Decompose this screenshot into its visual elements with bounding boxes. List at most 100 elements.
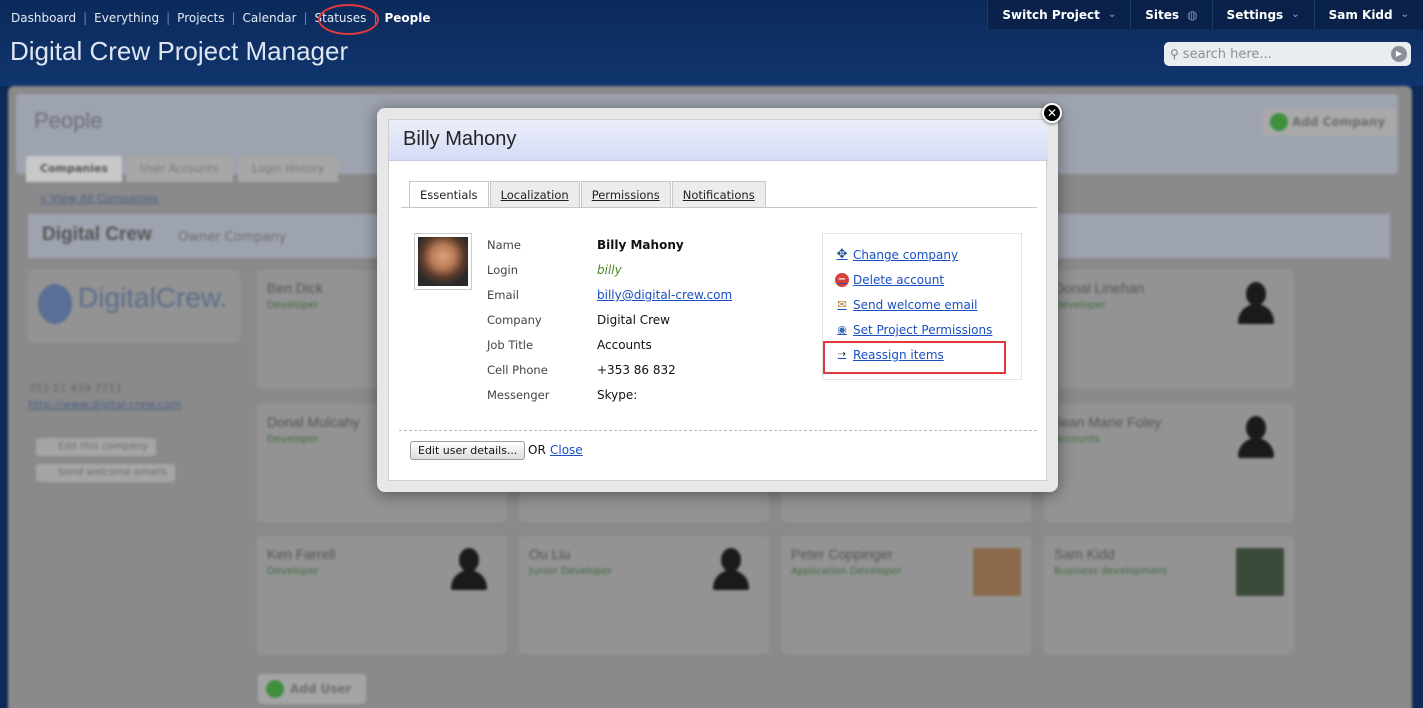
delete-icon: − — [835, 273, 849, 287]
person-role: Developer — [1054, 300, 1106, 311]
user-avatar — [414, 233, 472, 290]
person-name: Peter Coppinger — [791, 546, 893, 562]
avatar-silhouette-icon — [1234, 416, 1278, 464]
user-details-modal: Billy Mahony Essentials Localization Per… — [377, 108, 1058, 492]
person-name: Donal Linehan — [1054, 280, 1145, 296]
close-link[interactable]: Close — [550, 443, 583, 457]
person-role: Developer — [267, 434, 319, 445]
view-all-companies-link[interactable]: « View All Companies — [40, 192, 158, 205]
person-role: Developer — [267, 300, 319, 311]
add-icon — [1270, 113, 1288, 131]
send-welcome-email-link[interactable]: ✉ Send welcome email — [835, 298, 977, 312]
switch-project-menu[interactable]: Switch Project ⌄ — [987, 0, 1130, 29]
nav-separator: | — [166, 11, 171, 25]
person-name: Ben Dick — [267, 280, 324, 296]
move-icon: ✥ — [836, 247, 848, 262]
nav-separator: | — [303, 11, 308, 25]
field-value-cell-phone: +353 86 832 — [597, 363, 676, 377]
app-title: Digital Crew Project Manager — [10, 36, 349, 66]
tab-permissions[interactable]: Permissions — [580, 181, 671, 207]
add-user-button[interactable]: Add User — [258, 674, 366, 704]
person-card[interactable]: Ken Farrell Developer — [257, 536, 507, 654]
modal-tabs: Essentials Localization Permissions Noti… — [409, 181, 767, 208]
search-input[interactable]: search here... — [1183, 47, 1272, 62]
nav-calendar[interactable]: Calendar — [243, 11, 297, 25]
person-name: Sam Kidd — [1054, 546, 1115, 562]
person-role: Application Developer — [791, 566, 902, 577]
settings-menu[interactable]: Settings ⌄ — [1211, 0, 1314, 29]
person-role: Business development — [1054, 566, 1168, 577]
company-website-link[interactable]: http://www.digital-crew.com — [28, 398, 181, 411]
people-highlight-ring — [318, 4, 379, 35]
modal-body: Billy Mahony Essentials Localization Per… — [388, 119, 1048, 481]
nav-dashboard[interactable]: Dashboard — [11, 11, 76, 25]
sites-menu[interactable]: Sites ◍ — [1130, 0, 1211, 29]
modal-title: Billy Mahony — [403, 128, 517, 150]
settings-label: Settings — [1226, 7, 1284, 22]
delete-account-label: Delete account — [853, 273, 945, 287]
reassign-highlight-box — [823, 341, 1006, 374]
add-company-button[interactable]: Add Company — [1262, 108, 1396, 136]
tab-user-accounts[interactable]: User Accounts — [126, 156, 233, 182]
page-title: People — [34, 108, 103, 133]
edit-company-button[interactable]: Edit this company — [36, 438, 157, 456]
person-name: Ken Farrell — [267, 546, 336, 562]
set-project-permissions-link[interactable]: ◉ Set Project Permissions — [835, 323, 992, 337]
company-logo-text: DigitalCrew. — [78, 282, 228, 313]
tab-notifications[interactable]: Notifications — [671, 181, 766, 207]
logo-mark-icon — [38, 284, 72, 324]
change-company-link[interactable]: ✥ Change company — [835, 247, 959, 263]
tab-login-history[interactable]: Login History — [238, 156, 339, 182]
user-name: Sam Kidd — [1328, 7, 1393, 22]
right-nav: Switch Project ⌄ Sites ◍ Settings ⌄ Sam … — [987, 0, 1423, 29]
field-value-name: Billy Mahony — [597, 238, 684, 252]
field-value-company: Digital Crew — [597, 313, 670, 327]
tab-localization[interactable]: Localization — [489, 181, 580, 207]
company-subtitle: Owner Company — [178, 230, 287, 245]
user-email-icon: ✉ — [837, 298, 847, 311]
person-card[interactable]: Donal Linehan Developer — [1044, 270, 1294, 388]
search-go-icon[interactable]: ▶ — [1391, 46, 1407, 62]
globe-icon: ◍ — [1187, 7, 1198, 22]
person-name: Ou Liu — [529, 546, 571, 562]
user-actions-panel: ✥ Change company − Delete account ✉ Send… — [822, 233, 1022, 380]
field-value-job-title: Accounts — [597, 338, 652, 352]
avatar-silhouette-icon — [709, 548, 753, 596]
company-phone: 353 21 439 7711 — [28, 382, 123, 395]
person-name: Donal Mulcahy — [267, 414, 360, 430]
close-icon[interactable]: ✕ — [1042, 103, 1062, 123]
divider — [399, 430, 1037, 431]
tab-companies[interactable]: Companies — [26, 156, 122, 182]
field-label-cell-phone: Cell Phone — [487, 363, 548, 377]
field-value-login: billy — [597, 263, 622, 277]
send-welcome-emails-button[interactable]: Send welcome emails — [36, 464, 175, 482]
nav-everything[interactable]: Everything — [94, 11, 159, 25]
email-link[interactable]: billy@digital-crew.com — [597, 288, 732, 302]
person-photo — [1236, 548, 1284, 596]
nav-projects[interactable]: Projects — [177, 11, 224, 25]
change-company-label: Change company — [853, 248, 959, 262]
person-card[interactable]: Ou Liu Junior Developer — [519, 536, 769, 654]
eye-icon: ◉ — [837, 323, 847, 336]
user-photo — [418, 237, 468, 286]
field-label-login: Login — [487, 263, 519, 277]
edit-user-details-button[interactable]: Edit user details... — [410, 441, 526, 460]
nav-separator: | — [83, 11, 88, 25]
avatar-silhouette-icon — [447, 548, 491, 596]
top-bar: Dashboard | Everything | Projects | Cale… — [0, 0, 1423, 86]
delete-account-link[interactable]: − Delete account — [835, 273, 944, 287]
field-label-name: Name — [487, 238, 521, 252]
person-photo — [973, 548, 1021, 596]
field-label-messenger: Messenger — [487, 388, 550, 402]
person-card[interactable]: Sam Kidd Business development — [1044, 536, 1294, 654]
person-role: Junior Developer — [529, 566, 613, 577]
tab-essentials[interactable]: Essentials — [409, 181, 489, 208]
modal-header: Billy Mahony — [389, 120, 1048, 161]
nav-people[interactable]: People — [384, 11, 430, 25]
user-menu[interactable]: Sam Kidd ⌄ — [1313, 0, 1423, 29]
person-card[interactable]: Peter Coppinger Application Developer — [781, 536, 1031, 654]
company-logo-card: DigitalCrew. — [28, 270, 240, 342]
avatar-silhouette-icon — [1234, 282, 1278, 330]
person-card[interactable]: Jean Marie Foley Accounts — [1044, 404, 1294, 522]
search-box[interactable]: ⚲ search here... ▶ — [1164, 42, 1411, 66]
